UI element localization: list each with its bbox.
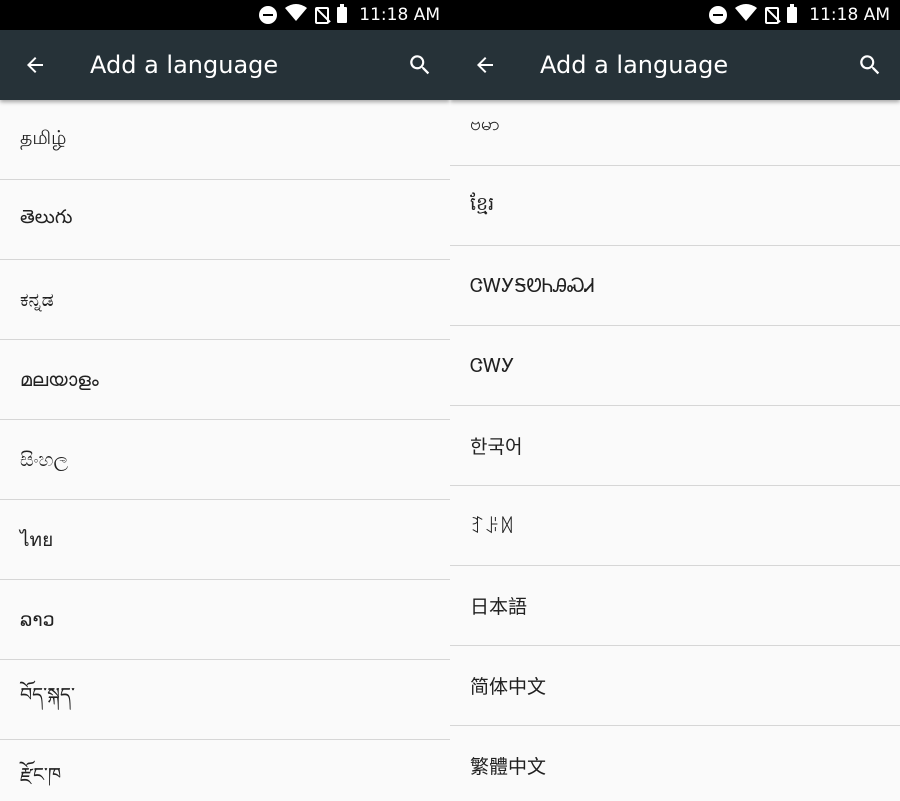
language-item[interactable]: 한국어 [450, 406, 900, 486]
language-item[interactable]: తెలుగు [0, 180, 450, 260]
language-list: ဗမာ ខ្មែរ ᏣᎳᎩᎦᏬᏂᎯᏍᏗ ᏣᎳᎩ 한국어 ꆈꌠꉙ 日本語 简体中文… [450, 86, 900, 801]
do-not-disturb-icon [709, 6, 728, 24]
language-item[interactable]: മലയാളം [0, 340, 450, 420]
language-item[interactable]: རྫོང་ཁ [0, 740, 450, 801]
screen-right: 11:18 AM Add a language ဗမာ ខ្មែរ ᏣᎳᎩᎦᏬᏂ… [450, 0, 900, 801]
search-button[interactable] [390, 30, 450, 100]
back-button[interactable] [450, 30, 520, 100]
language-item[interactable]: ᏣᎳᎩᎦᏬᏂᎯᏍᏗ [450, 246, 900, 326]
screens: 11:18 AM Add a language தமிழ் తెలుగు ಕನ್… [0, 0, 900, 801]
page-title: Add a language [540, 51, 729, 79]
status-time: 11:18 AM [359, 5, 440, 25]
arrow-back-icon [27, 57, 43, 73]
status-bar: 11:18 AM [0, 0, 450, 30]
language-list: தமிழ் తెలుగు ಕನ್ನಡ മലയാളം සිංහල ไทย ລາວ … [0, 100, 450, 801]
language-item[interactable]: ລາວ [0, 580, 450, 660]
no-sim-icon [765, 6, 780, 24]
arrow-back-icon [477, 57, 493, 73]
do-not-disturb-icon [259, 6, 278, 24]
language-item[interactable]: ᏣᎳᎩ [450, 326, 900, 406]
wifi-icon [285, 3, 308, 27]
page-title: Add a language [90, 51, 279, 79]
language-item[interactable]: සිංහල [0, 420, 450, 500]
language-item[interactable]: 简体中文 [450, 646, 900, 726]
screen-left: 11:18 AM Add a language தமிழ் తెలుగు ಕನ್… [0, 0, 450, 801]
language-item[interactable]: 日本語 [450, 566, 900, 646]
no-sim-icon [315, 6, 330, 24]
status-bar: 11:18 AM [450, 0, 900, 30]
status-time: 11:18 AM [809, 5, 890, 25]
search-button[interactable] [840, 30, 900, 100]
language-item[interactable]: བོད་སྐད་ [0, 660, 450, 740]
app-bar: Add a language [0, 30, 450, 100]
search-icon [410, 55, 430, 75]
language-item[interactable]: ꆈꌠꉙ [450, 486, 900, 566]
app-bar: Add a language [450, 30, 900, 100]
language-item[interactable]: ខ្មែរ [450, 166, 900, 246]
language-item[interactable]: 繁體中文 [450, 726, 900, 801]
battery-icon [337, 4, 348, 23]
language-item[interactable]: ไทย [0, 500, 450, 580]
battery-icon [787, 4, 798, 23]
back-button[interactable] [0, 30, 70, 100]
wifi-icon [735, 3, 758, 27]
language-item[interactable]: ಕನ್ನಡ [0, 260, 450, 340]
language-item[interactable]: தமிழ் [0, 100, 450, 180]
search-icon [860, 55, 880, 75]
